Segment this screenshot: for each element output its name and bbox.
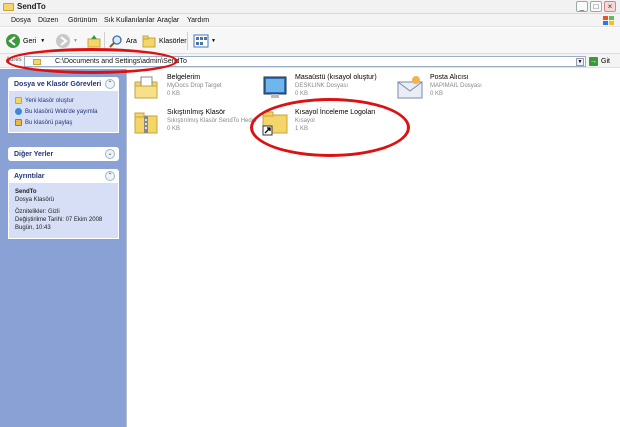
file-type: MAPIMAIL Dosyası: [430, 83, 482, 89]
folder-icon: [33, 59, 41, 65]
maximize-button[interactable]: □: [590, 1, 602, 12]
address-dropdown-icon[interactable]: ▼: [576, 58, 584, 66]
file-type: Sıkıştırılmış Klasör SendTo Hedef: [167, 118, 257, 124]
file-item[interactable]: Posta Alıcısı MAPIMAIL Dosyası 0 KB: [396, 74, 546, 108]
menu-item-edit[interactable]: Düzen: [38, 17, 58, 24]
go-button[interactable]: → Git: [589, 56, 610, 66]
panel-header[interactable]: Ayrıntılar ⌃: [8, 169, 119, 183]
new-folder-icon: [15, 97, 22, 104]
forward-dropdown-icon[interactable]: ▼: [73, 38, 78, 44]
file-item[interactable]: Masaüstü (kısayol oluştur) DESKLINK Dosy…: [261, 74, 411, 108]
file-type: DESKLINK Dosyası: [295, 83, 349, 89]
share-folder-icon: [15, 119, 22, 126]
panel-title: Dosya ve Klasör Görevleri: [14, 81, 102, 88]
close-button[interactable]: ×: [604, 1, 616, 12]
file-size: 0 KB: [430, 91, 444, 97]
search-button-label: Ara: [126, 37, 137, 45]
up-folder-button[interactable]: [87, 33, 101, 49]
address-path[interactable]: C:\Documents and Settings\admin\SendTo: [55, 58, 187, 65]
globe-icon: [15, 108, 22, 115]
file-list: Belgelerim MyDocs Drop Target 0 KB Masaü…: [128, 69, 620, 427]
panel-header[interactable]: Diğer Yerler ⌄: [8, 147, 119, 161]
my-documents-icon: [134, 76, 158, 99]
details-attributes: Öznitelikler: Gizli: [15, 209, 60, 215]
views-dropdown-icon[interactable]: ▼: [211, 38, 216, 44]
collapse-chevron-icon[interactable]: ⌃: [105, 79, 115, 89]
zip-folder-icon: [134, 112, 158, 134]
details-today: Bugün, 10:43: [15, 225, 51, 231]
views-grid-icon: [193, 34, 209, 48]
title-bar: SendTo _ □ ×: [0, 0, 620, 14]
details-panel: Ayrıntılar ⌃ SendTo Dosya Klasörü Öznite…: [8, 169, 119, 239]
address-bar: Adres C:\Documents and Settings\admin\Se…: [0, 54, 620, 68]
menu-item-help[interactable]: Yardım: [187, 17, 209, 24]
folders-button-label: Klasörler: [159, 37, 187, 45]
file-item[interactable]: Kısayol İnceleme Logoları Kısayol 1 KB: [261, 109, 411, 143]
menu-bar: Dosya Düzen Görünüm Sık Kullanılanlar Ar…: [0, 14, 620, 27]
expand-chevron-icon[interactable]: ⌄: [105, 149, 115, 159]
address-label: Adres: [6, 57, 22, 63]
menu-item-view[interactable]: Görünüm: [68, 17, 97, 24]
details-name: SendTo: [15, 189, 37, 195]
task-publish-web[interactable]: Bu klasörü Web'de yayımla: [15, 106, 112, 117]
toolbar: Geri ▼ ▼ Ara Klasörler ▼: [0, 28, 620, 54]
file-name: Masaüstü (kısayol oluştur): [295, 74, 377, 81]
file-size: 1 KB: [295, 126, 309, 132]
search-button[interactable]: Ara: [109, 33, 137, 49]
panel-title: Ayrıntılar: [14, 173, 45, 180]
file-size: 0 KB: [167, 126, 181, 132]
panel-title: Diğer Yerler: [14, 151, 54, 158]
file-name: Posta Alıcısı: [430, 74, 469, 81]
minimize-button[interactable]: _: [576, 1, 588, 12]
file-name: Kısayol İnceleme Logoları: [295, 109, 376, 116]
toolbar-separator: [187, 32, 188, 50]
file-folder-tasks-panel: Dosya ve Klasör Görevleri ⌃ Yeni klasör …: [8, 77, 119, 133]
file-type: MyDocs Drop Target: [167, 83, 222, 89]
file-name: Belgelerim: [167, 74, 201, 81]
panel-header[interactable]: Dosya ve Klasör Görevleri ⌃: [8, 77, 119, 91]
toolbar-separator: [104, 32, 105, 50]
task-new-folder[interactable]: Yeni klasör oluştur: [15, 95, 112, 106]
panel-body: Yeni klasör oluştur Bu klasörü Web'de ya…: [8, 91, 119, 133]
file-size: 0 KB: [295, 91, 309, 97]
window-title: SendTo: [17, 2, 46, 11]
back-dropdown-icon[interactable]: ▼: [40, 38, 45, 44]
back-arrow-icon: [6, 34, 20, 48]
folder-shortcut-icon: [262, 111, 288, 136]
task-pane: Dosya ve Klasör Görevleri ⌃ Yeni klasör …: [0, 69, 127, 427]
windows-logo-icon: [603, 16, 614, 25]
go-arrow-icon: →: [589, 56, 598, 66]
search-icon: [109, 35, 122, 48]
task-label: Bu klasörü Web'de yayımla: [25, 108, 98, 115]
forward-button[interactable]: ▼: [56, 33, 78, 49]
views-button[interactable]: ▼: [193, 33, 216, 49]
panel-body: SendTo Dosya Klasörü Öznitelikler: Gizli…: [8, 183, 119, 239]
desktop-shortcut-icon: [263, 76, 287, 98]
task-label: Bu klasörü paylaş: [25, 119, 73, 126]
menu-item-favorites[interactable]: Sık Kullanılanlar: [104, 17, 155, 24]
task-label: Yeni klasör oluştur: [25, 97, 74, 104]
file-name: Sıkıştırılmış Klasör: [167, 109, 226, 116]
menu-item-tools[interactable]: Araçlar: [157, 17, 179, 24]
other-places-panel: Diğer Yerler ⌄: [8, 147, 119, 161]
menu-item-file[interactable]: Dosya: [11, 17, 31, 24]
folders-button[interactable]: Klasörler: [142, 33, 187, 49]
forward-arrow-icon: [56, 34, 70, 48]
details-type: Dosya Klasörü: [15, 197, 55, 203]
file-type: Kısayol: [295, 118, 315, 124]
folders-icon: [142, 35, 156, 48]
task-share-folder[interactable]: Bu klasörü paylaş: [15, 117, 112, 128]
folder-icon: [3, 3, 14, 11]
details-modified: Değiştirilme Tarihi: 07 Ekim 2008: [15, 217, 103, 223]
up-folder-icon: [87, 35, 101, 48]
go-button-label: Git: [601, 57, 610, 65]
collapse-chevron-icon[interactable]: ⌃: [105, 171, 115, 181]
file-size: 0 KB: [167, 91, 181, 97]
back-button-label: Geri: [23, 37, 37, 45]
back-button[interactable]: Geri ▼: [6, 33, 45, 49]
explorer-window: SendTo _ □ × Dosya Düzen Görünüm Sık Kul…: [0, 0, 620, 427]
mail-recipient-icon: [397, 76, 423, 99]
address-input[interactable]: C:\Documents and Settings\admin\SendTo ▼: [24, 56, 586, 67]
